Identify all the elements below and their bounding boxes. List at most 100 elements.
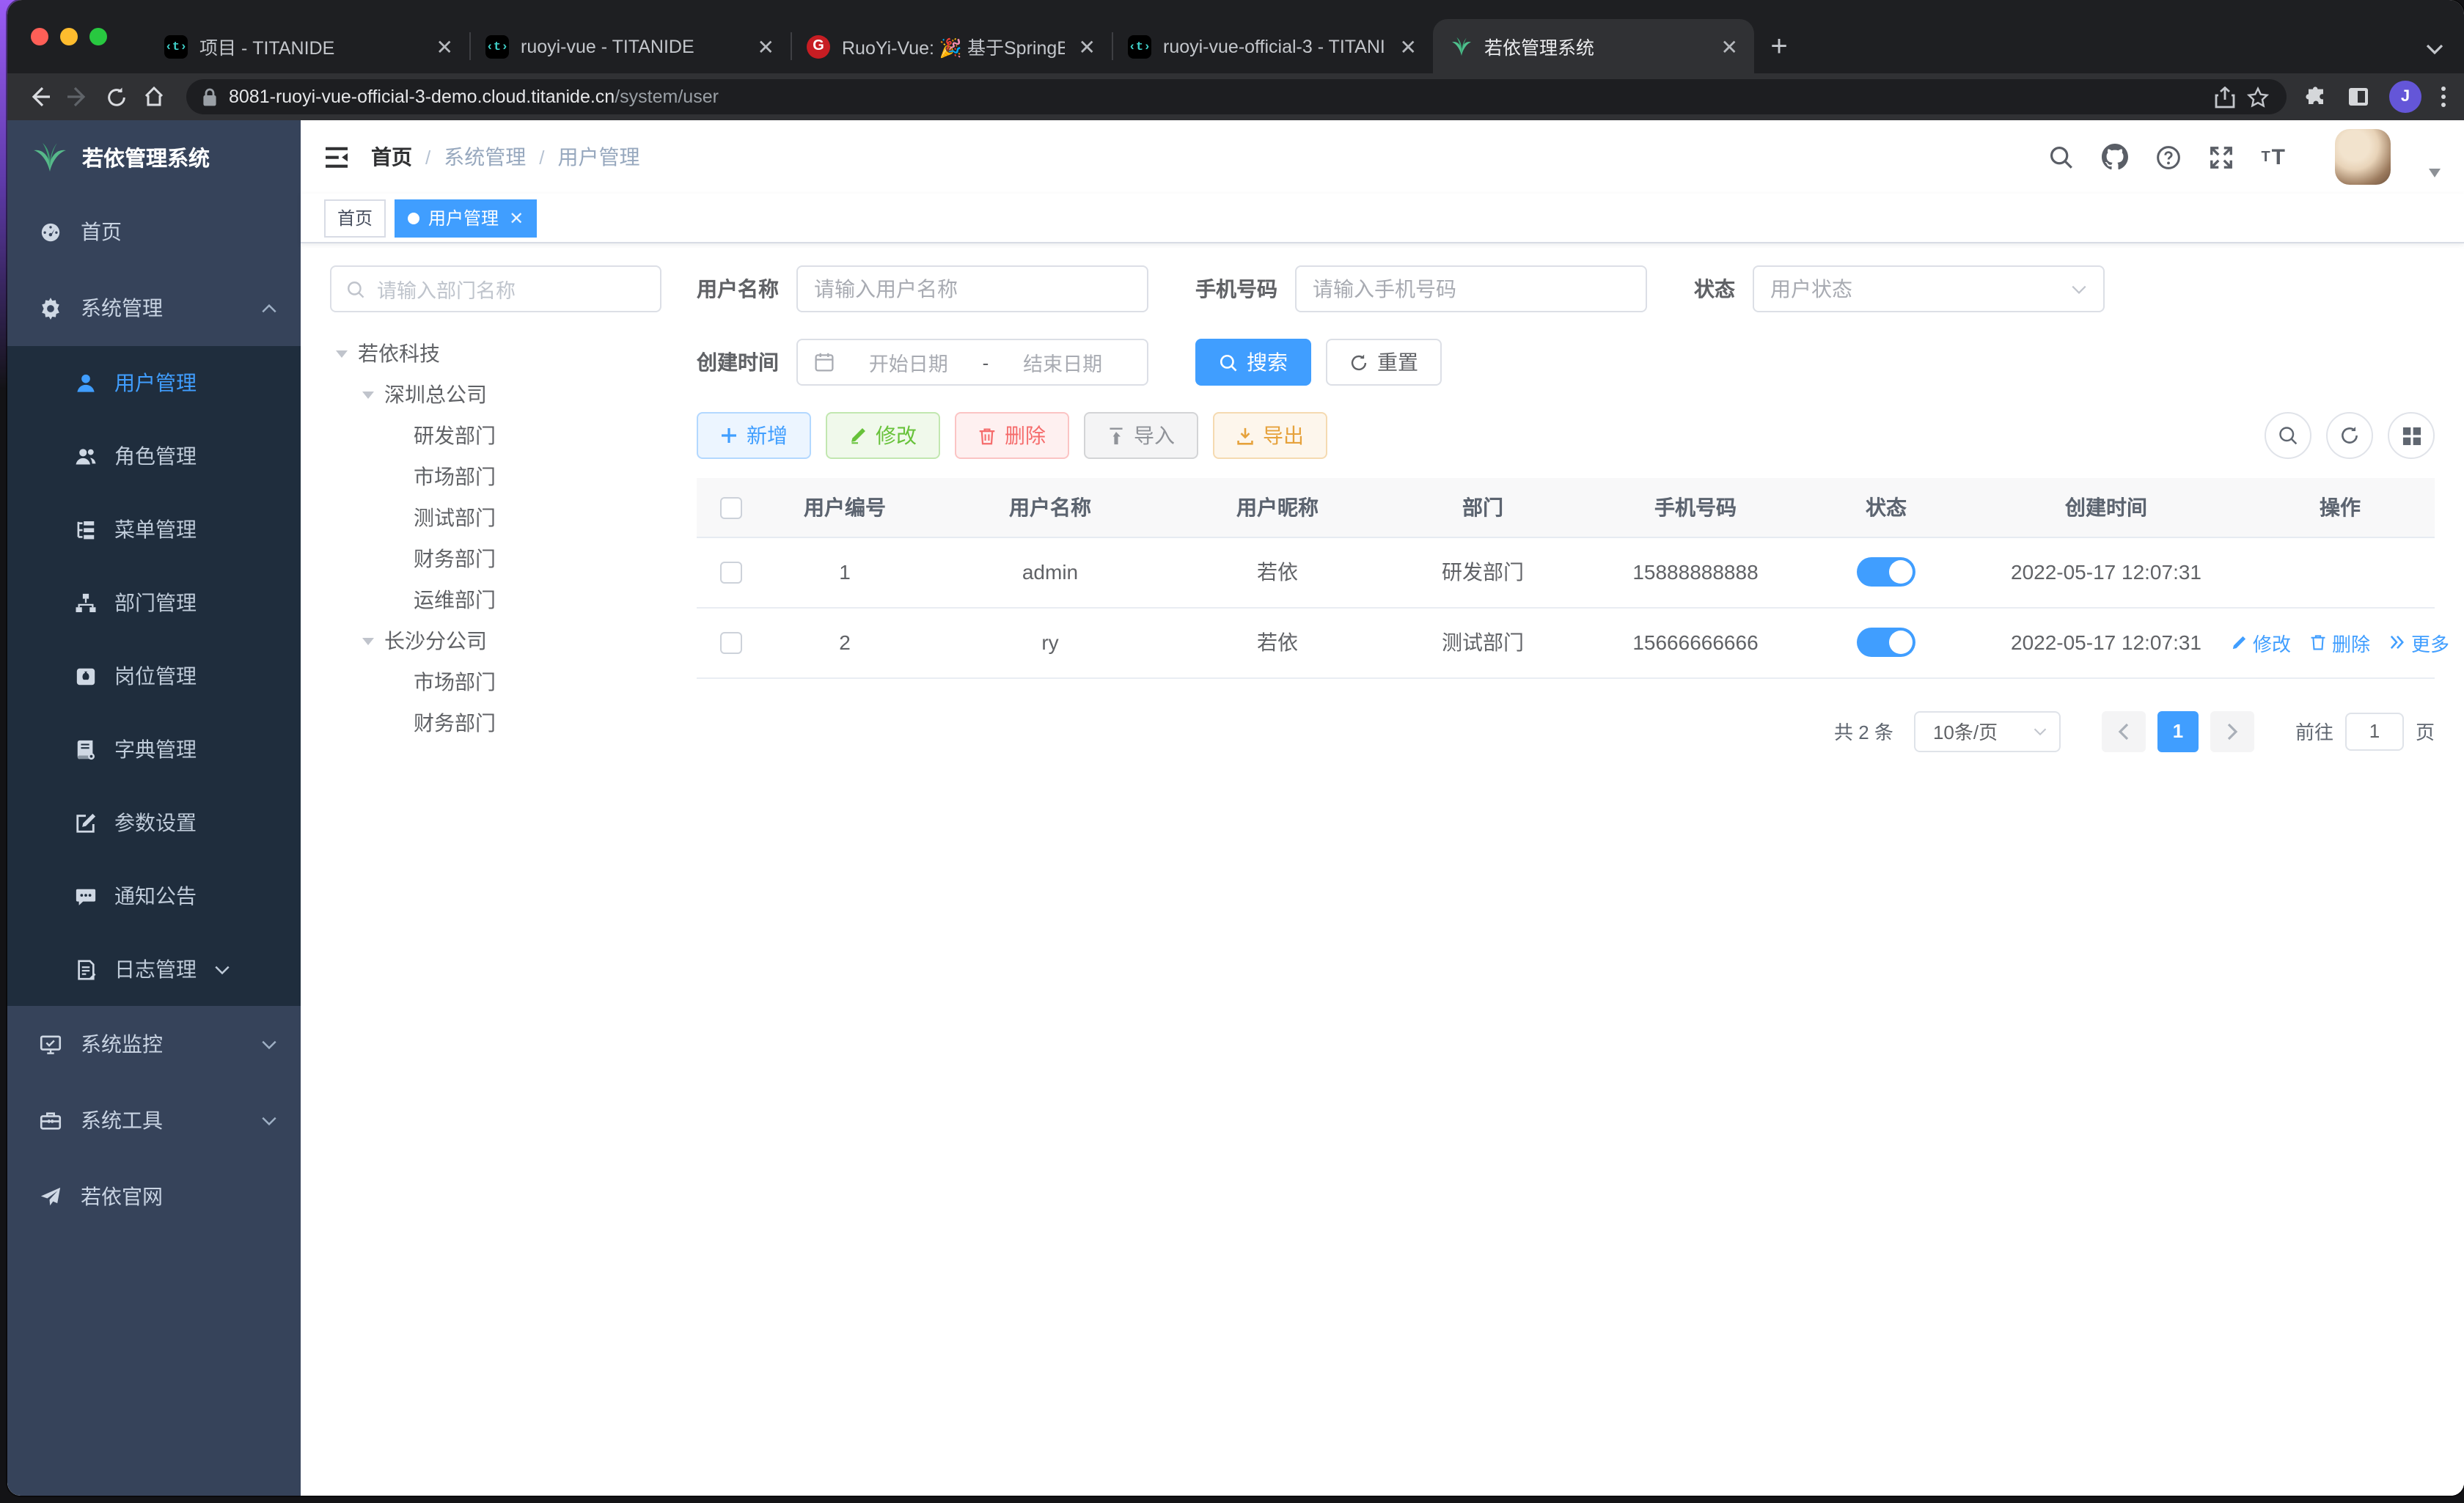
tree-node[interactable]: 研发部门	[330, 415, 661, 456]
sidebar-fold-icon[interactable]	[324, 146, 349, 168]
caret-down-icon[interactable]	[362, 637, 374, 644]
tag-home[interactable]: 首页	[324, 199, 386, 237]
export-button[interactable]: 导出	[1213, 412, 1327, 459]
reload-icon[interactable]	[98, 79, 133, 114]
lock-icon[interactable]	[202, 87, 217, 106]
tab-close-icon[interactable]: ✕	[1396, 34, 1421, 58]
sidebar-item-config[interactable]: 参数设置	[7, 786, 301, 859]
page-1-button[interactable]: 1	[2157, 710, 2199, 752]
sidebar-item-tools[interactable]: 系统工具	[7, 1082, 301, 1158]
goto-page-input[interactable]	[2344, 712, 2404, 750]
sidebar-item-system[interactable]: 系统管理	[7, 270, 301, 346]
zoom-window-button[interactable]	[89, 28, 107, 45]
share-icon[interactable]	[2215, 86, 2235, 108]
forward-icon[interactable]	[60, 79, 95, 114]
refresh-table-icon-button[interactable]	[2326, 412, 2373, 459]
breadcrumb-system[interactable]: 系统管理	[444, 142, 526, 172]
tree-node[interactable]: 市场部门	[330, 661, 661, 702]
caret-down-icon[interactable]	[362, 391, 374, 398]
browser-tab-2[interactable]: ‹t› ruoyi-vue - TITANIDE ✕	[469, 19, 791, 73]
bookmark-star-icon[interactable]	[2247, 86, 2269, 108]
tab-close-icon[interactable]: ✕	[1717, 34, 1742, 58]
row-checkbox[interactable]	[719, 562, 741, 584]
tree-node[interactable]: 长沙分公司	[330, 620, 661, 661]
prev-page-button[interactable]	[2101, 710, 2146, 752]
tree-node[interactable]: 市场部门	[330, 456, 661, 497]
phone-field[interactable]	[1313, 277, 1629, 301]
browser-menu-kebab-icon[interactable]	[2441, 85, 2446, 109]
date-range-input[interactable]: 开始日期 - 结束日期	[796, 339, 1148, 386]
header-search-icon[interactable]	[2048, 144, 2073, 169]
username-input[interactable]	[796, 265, 1148, 312]
username-field[interactable]	[814, 277, 1131, 301]
next-page-button[interactable]	[2210, 710, 2254, 752]
status-select[interactable]: 用户状态	[1753, 265, 2105, 312]
select-all-checkbox[interactable]	[719, 497, 741, 520]
sidebar-item-notice[interactable]: 通知公告	[7, 859, 301, 933]
new-tab-button[interactable]: +	[1757, 25, 1801, 69]
sidebar-item-dict[interactable]: 字典管理	[7, 713, 301, 786]
sidebar-item-posts[interactable]: 岗位管理	[7, 639, 301, 713]
fullscreen-icon[interactable]	[2208, 144, 2233, 169]
row-more-link[interactable]: 更多	[2389, 628, 2449, 656]
tree-node[interactable]: 运维部门	[330, 579, 661, 620]
tree-node[interactable]: 财务部门	[330, 538, 661, 579]
sidebar-item-monitor[interactable]: 系统监控	[7, 1006, 301, 1082]
browser-tab-active[interactable]: 若依管理系统 ✕	[1433, 19, 1754, 73]
row-delete-link[interactable]: 删除	[2310, 628, 2370, 656]
tab-close-icon[interactable]: ✕	[753, 34, 779, 58]
home-icon[interactable]	[136, 79, 172, 114]
dept-search-input[interactable]: 请输入部门名称	[330, 265, 661, 312]
sidebar-item-logs[interactable]: 日志管理	[7, 933, 301, 1006]
browser-tab-1[interactable]: ‹t› 项目 - TITANIDE ✕	[148, 19, 469, 73]
tree-node[interactable]: 测试部门	[330, 497, 661, 538]
tab-search-icon[interactable]	[2426, 44, 2443, 56]
date-start-placeholder[interactable]: 开始日期	[840, 348, 977, 377]
sidebar-item-depts[interactable]: 部门管理	[7, 566, 301, 639]
page-size-select[interactable]: 10条/页	[1913, 710, 2061, 752]
row-edit-link[interactable]: 修改	[2231, 628, 2291, 656]
font-size-icon[interactable]: TT	[2261, 144, 2287, 169]
breadcrumb-home[interactable]: 首页	[371, 142, 412, 172]
minimize-window-button[interactable]	[60, 28, 78, 45]
browser-tab-3[interactable]: G RuoYi-Vue: 🎉 基于SpringBoot ✕	[791, 19, 1112, 73]
tree-node[interactable]: 深圳总公司	[330, 374, 661, 415]
side-panel-icon[interactable]	[2347, 85, 2370, 109]
sidebar-item-menus[interactable]: 菜单管理	[7, 493, 301, 566]
extensions-puzzle-icon[interactable]	[2304, 85, 2328, 109]
sidebar-item-users[interactable]: 用户管理	[7, 346, 301, 419]
status-toggle-on[interactable]	[1857, 557, 1915, 587]
tree-node[interactable]: 财务部门	[330, 702, 661, 743]
search-button[interactable]: 搜索	[1195, 339, 1311, 386]
tab-close-icon[interactable]: ✕	[432, 34, 458, 58]
edit-button[interactable]: 修改	[826, 412, 940, 459]
browser-profile-avatar[interactable]: J	[2389, 81, 2421, 113]
phone-input[interactable]	[1295, 265, 1647, 312]
app-logo[interactable]: 若依管理系统	[7, 120, 301, 194]
sidebar-item-home[interactable]: 首页	[7, 194, 301, 270]
user-avatar[interactable]	[2335, 129, 2391, 185]
tag-user-management[interactable]: 用户管理 ✕	[395, 199, 538, 237]
back-icon[interactable]	[22, 79, 57, 114]
import-button[interactable]: 导入	[1084, 412, 1198, 459]
caret-down-icon[interactable]	[336, 350, 348, 357]
close-window-button[interactable]	[31, 28, 48, 45]
delete-button[interactable]: 删除	[955, 412, 1069, 459]
avatar-caret-down-icon[interactable]	[2429, 169, 2441, 177]
row-checkbox[interactable]	[719, 632, 741, 655]
reset-button[interactable]: 重置	[1326, 339, 1442, 386]
sidebar-item-roles[interactable]: 角色管理	[7, 419, 301, 493]
date-end-placeholder[interactable]: 结束日期	[994, 348, 1131, 377]
add-button[interactable]: 新增	[697, 412, 811, 459]
column-settings-icon-button[interactable]	[2388, 412, 2435, 459]
github-icon[interactable]	[2101, 144, 2128, 170]
address-bar[interactable]: 8081-ruoyi-vue-official-3-demo.cloud.tit…	[186, 79, 2287, 114]
sidebar-item-official-site[interactable]: 若依官网	[7, 1158, 301, 1235]
help-question-icon[interactable]	[2155, 144, 2180, 169]
tree-node[interactable]: 若依科技	[330, 333, 661, 374]
status-toggle-on[interactable]	[1857, 628, 1915, 657]
browser-tab-4[interactable]: ‹t› ruoyi-vue-official-3 - TITANIDE ✕	[1112, 19, 1433, 73]
toggle-search-icon-button[interactable]	[2265, 412, 2311, 459]
tab-close-icon[interactable]: ✕	[1074, 34, 1100, 58]
tag-close-icon[interactable]: ✕	[509, 207, 524, 228]
